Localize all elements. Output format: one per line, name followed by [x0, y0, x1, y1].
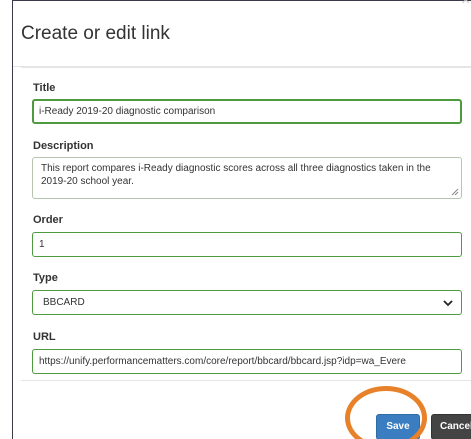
chevron-down-icon	[443, 300, 453, 307]
title-input[interactable]: i-Ready 2019-20 diagnostic comparison	[32, 99, 462, 124]
url-label: URL	[33, 331, 56, 343]
order-input[interactable]: 1	[32, 232, 462, 257]
dialog-body: Title i-Ready 2019-20 diagnostic compari…	[21, 67, 471, 399]
resize-grip-icon[interactable]	[451, 188, 459, 196]
save-button[interactable]: Save	[376, 414, 420, 439]
type-selected-value: BBCARD	[43, 297, 85, 308]
description-label: Description	[33, 140, 94, 152]
dialog-title: Create or edit link	[21, 23, 170, 44]
type-label: Type	[33, 272, 58, 284]
description-text: This report compares i-Ready diagnostic …	[41, 163, 431, 187]
close-icon[interactable]: ×	[461, 0, 471, 9]
url-input[interactable]: https://unify.performancematters.com/cor…	[32, 349, 462, 374]
dialog-footer: Save Cancel	[13, 399, 471, 439]
order-label: Order	[33, 214, 63, 226]
create-edit-link-dialog: Create or edit link × Title i-Ready 2019…	[12, 0, 471, 439]
cancel-button[interactable]: Cancel	[431, 414, 471, 439]
dialog-header: Create or edit link ×	[13, 0, 471, 67]
title-label: Title	[33, 82, 56, 94]
description-textarea[interactable]: This report compares i-Ready diagnostic …	[32, 157, 462, 199]
link-form: Title i-Ready 2019-20 diagnostic compari…	[21, 67, 471, 381]
type-select[interactable]: BBCARD	[32, 290, 462, 315]
